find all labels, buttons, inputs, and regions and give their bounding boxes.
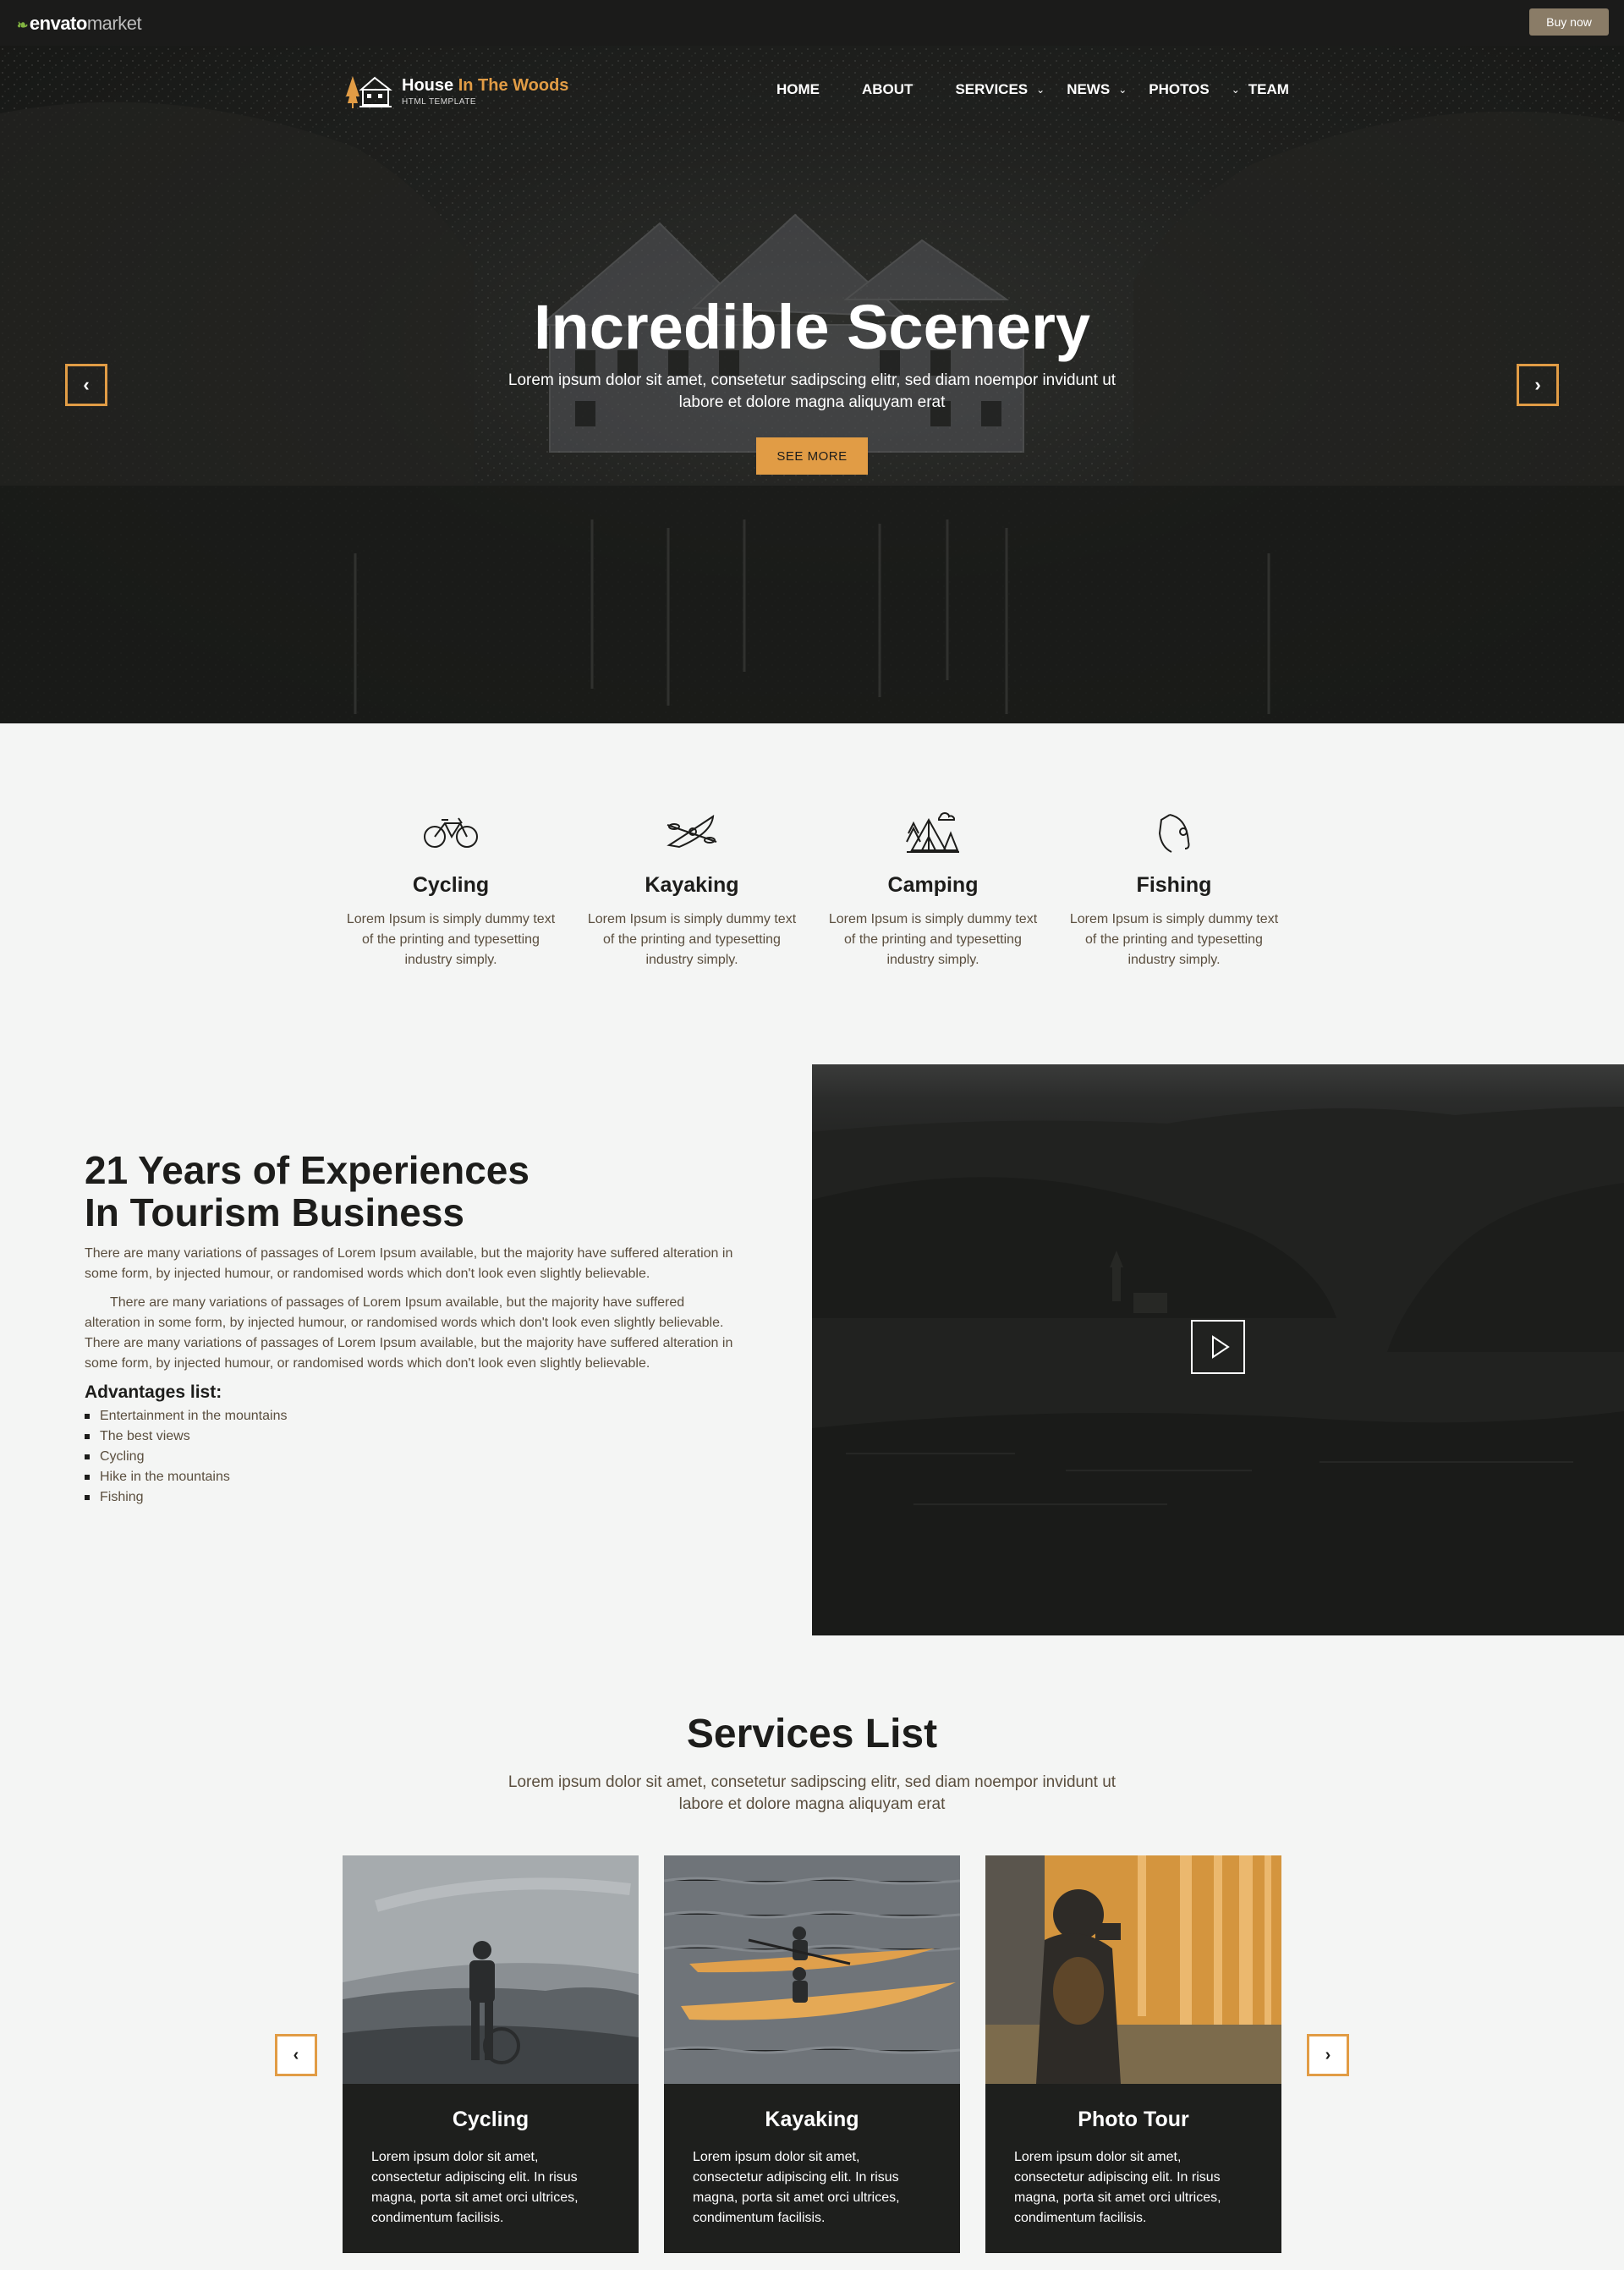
- card-title: Photo Tour: [1078, 2108, 1189, 2131]
- kayak-icon: [667, 814, 717, 849]
- about-section: 21 Years of Experiences In Tourism Busin…: [85, 1149, 736, 1508]
- advantages-title: Advantages list:: [85, 1382, 222, 1402]
- hero-title: Incredible Scenery: [533, 292, 1091, 362]
- feature-title: Camping: [887, 873, 979, 897]
- brand-title-accent: In The Woods: [458, 76, 569, 95]
- envato-brand-suffix: market: [86, 13, 142, 34]
- features-section: Cycling Lorem Ipsum is simply dummy text…: [0, 723, 1624, 1062]
- feature-cycling: Cycling Lorem Ipsum is simply dummy text…: [341, 808, 561, 970]
- card-image: [343, 1855, 639, 2084]
- nav-photos[interactable]: PHOTOS: [1149, 81, 1209, 98]
- envato-logo[interactable]: ❧envatomarket: [17, 13, 142, 35]
- services-prev-arrow-icon[interactable]: ‹: [275, 2034, 317, 2076]
- brand-subtitle: HTML TEMPLATE: [402, 97, 476, 107]
- card-image: [664, 1855, 960, 2084]
- feature-title: Fishing: [1136, 873, 1212, 897]
- feature-kayaking: Kayaking Lorem Ipsum is simply dummy tex…: [582, 808, 802, 970]
- card-title: Cycling: [452, 2108, 529, 2131]
- list-item: The best views: [85, 1426, 736, 1447]
- cyclist-photo: [343, 1855, 639, 2084]
- list-item: Cycling: [85, 1447, 736, 1467]
- nav-about[interactable]: ABOUT: [862, 81, 913, 98]
- services-title: Services List: [686, 1712, 938, 1756]
- service-card-cycling[interactable]: Cycling Lorem ipsum dolor sit amet, cons…: [343, 1855, 639, 2253]
- feature-title: Kayaking: [645, 873, 739, 897]
- news-chevron-down-icon[interactable]: ⌄: [1118, 84, 1127, 96]
- advantages-list: Entertainment in the mountains The best …: [85, 1406, 736, 1508]
- feature-text: Lorem Ipsum is simply dummy text of the …: [828, 912, 1038, 967]
- hero-subtitle: Lorem ipsum dolor sit amet, consetetur s…: [508, 371, 1116, 411]
- feature-camping: Camping Lorem Ipsum is simply dummy text…: [823, 808, 1043, 970]
- hero-prev-arrow-icon[interactable]: ‹: [65, 364, 107, 406]
- service-card-photo-tour[interactable]: Photo Tour Lorem ipsum dolor sit amet, c…: [985, 1855, 1281, 2253]
- see-more-button[interactable]: SEE MORE: [756, 437, 868, 475]
- nav-news[interactable]: NEWS: [1067, 81, 1110, 98]
- about-paragraph-1: There are many variations of passages of…: [85, 1246, 733, 1281]
- card-text: Lorem ipsum dolor sit amet, consectetur …: [1014, 2150, 1221, 2225]
- house-trees-logo-icon: [346, 76, 392, 108]
- services-next-arrow-icon[interactable]: ›: [1307, 2034, 1349, 2076]
- photographer-photo: [985, 1855, 1281, 2084]
- bicycle-icon: [424, 817, 478, 848]
- services-subtitle: Lorem ipsum dolor sit amet, consetetur s…: [508, 1773, 1116, 1813]
- envato-bar: ❧envatomarket Buy now: [0, 0, 1624, 46]
- fishing-rod-icon: [1158, 814, 1190, 853]
- brand-title-first: House: [402, 76, 458, 95]
- list-item: Hike in the mountains: [85, 1467, 736, 1487]
- brand-title: House In The Woods: [402, 76, 568, 96]
- list-item: Fishing: [85, 1487, 736, 1508]
- kayakers-photo: [664, 1855, 960, 2084]
- feature-text: Lorem Ipsum is simply dummy text of the …: [1069, 912, 1279, 967]
- service-card-kayaking[interactable]: Kayaking Lorem ipsum dolor sit amet, con…: [664, 1855, 960, 2253]
- card-text: Lorem ipsum dolor sit amet, consectetur …: [371, 2150, 579, 2225]
- video-panel: [812, 1064, 1624, 1635]
- hero-next-arrow-icon[interactable]: ›: [1517, 364, 1559, 406]
- nav-home[interactable]: HOME: [776, 81, 820, 98]
- main-nav: HOME ABOUT SERVICES ⌄ NEWS ⌄ PHOTOS ⌄ TE…: [776, 78, 1289, 102]
- feature-fishing: Fishing Lorem Ipsum is simply dummy text…: [1064, 808, 1284, 970]
- hero-section: House In The Woods HTML TEMPLATE HOME AB…: [0, 46, 1624, 723]
- nav-team[interactable]: TEAM: [1248, 81, 1289, 98]
- about-paragraph-2: There are many variations of passages of…: [85, 1295, 733, 1371]
- feature-text: Lorem Ipsum is simply dummy text of the …: [346, 912, 556, 967]
- play-icon: [1212, 1335, 1230, 1359]
- about-title: 21 Years of Experiences In Tourism Busin…: [85, 1149, 736, 1234]
- list-item: Entertainment in the mountains: [85, 1406, 736, 1426]
- card-title: Kayaking: [765, 2108, 859, 2131]
- feature-text: Lorem Ipsum is simply dummy text of the …: [587, 912, 797, 967]
- buy-now-button[interactable]: Buy now: [1529, 8, 1609, 36]
- photos-chevron-down-icon[interactable]: ⌄: [1232, 84, 1240, 96]
- nav-services[interactable]: SERVICES: [955, 81, 1028, 98]
- card-image: [985, 1855, 1281, 2084]
- play-video-button[interactable]: [1191, 1320, 1245, 1374]
- about-title-line2: In Tourism Business: [85, 1190, 465, 1234]
- camping-tent-icon: [906, 812, 959, 853]
- envato-leaf-icon: ❧: [17, 19, 28, 33]
- site-brand[interactable]: House In The Woods HTML TEMPLATE: [344, 73, 568, 110]
- feature-title: Cycling: [412, 873, 490, 897]
- card-text: Lorem ipsum dolor sit amet, consectetur …: [693, 2150, 900, 2225]
- envato-brand: envato: [29, 13, 87, 34]
- services-chevron-down-icon[interactable]: ⌄: [1036, 84, 1045, 96]
- about-title-line1: 21 Years of Experiences: [85, 1148, 529, 1192]
